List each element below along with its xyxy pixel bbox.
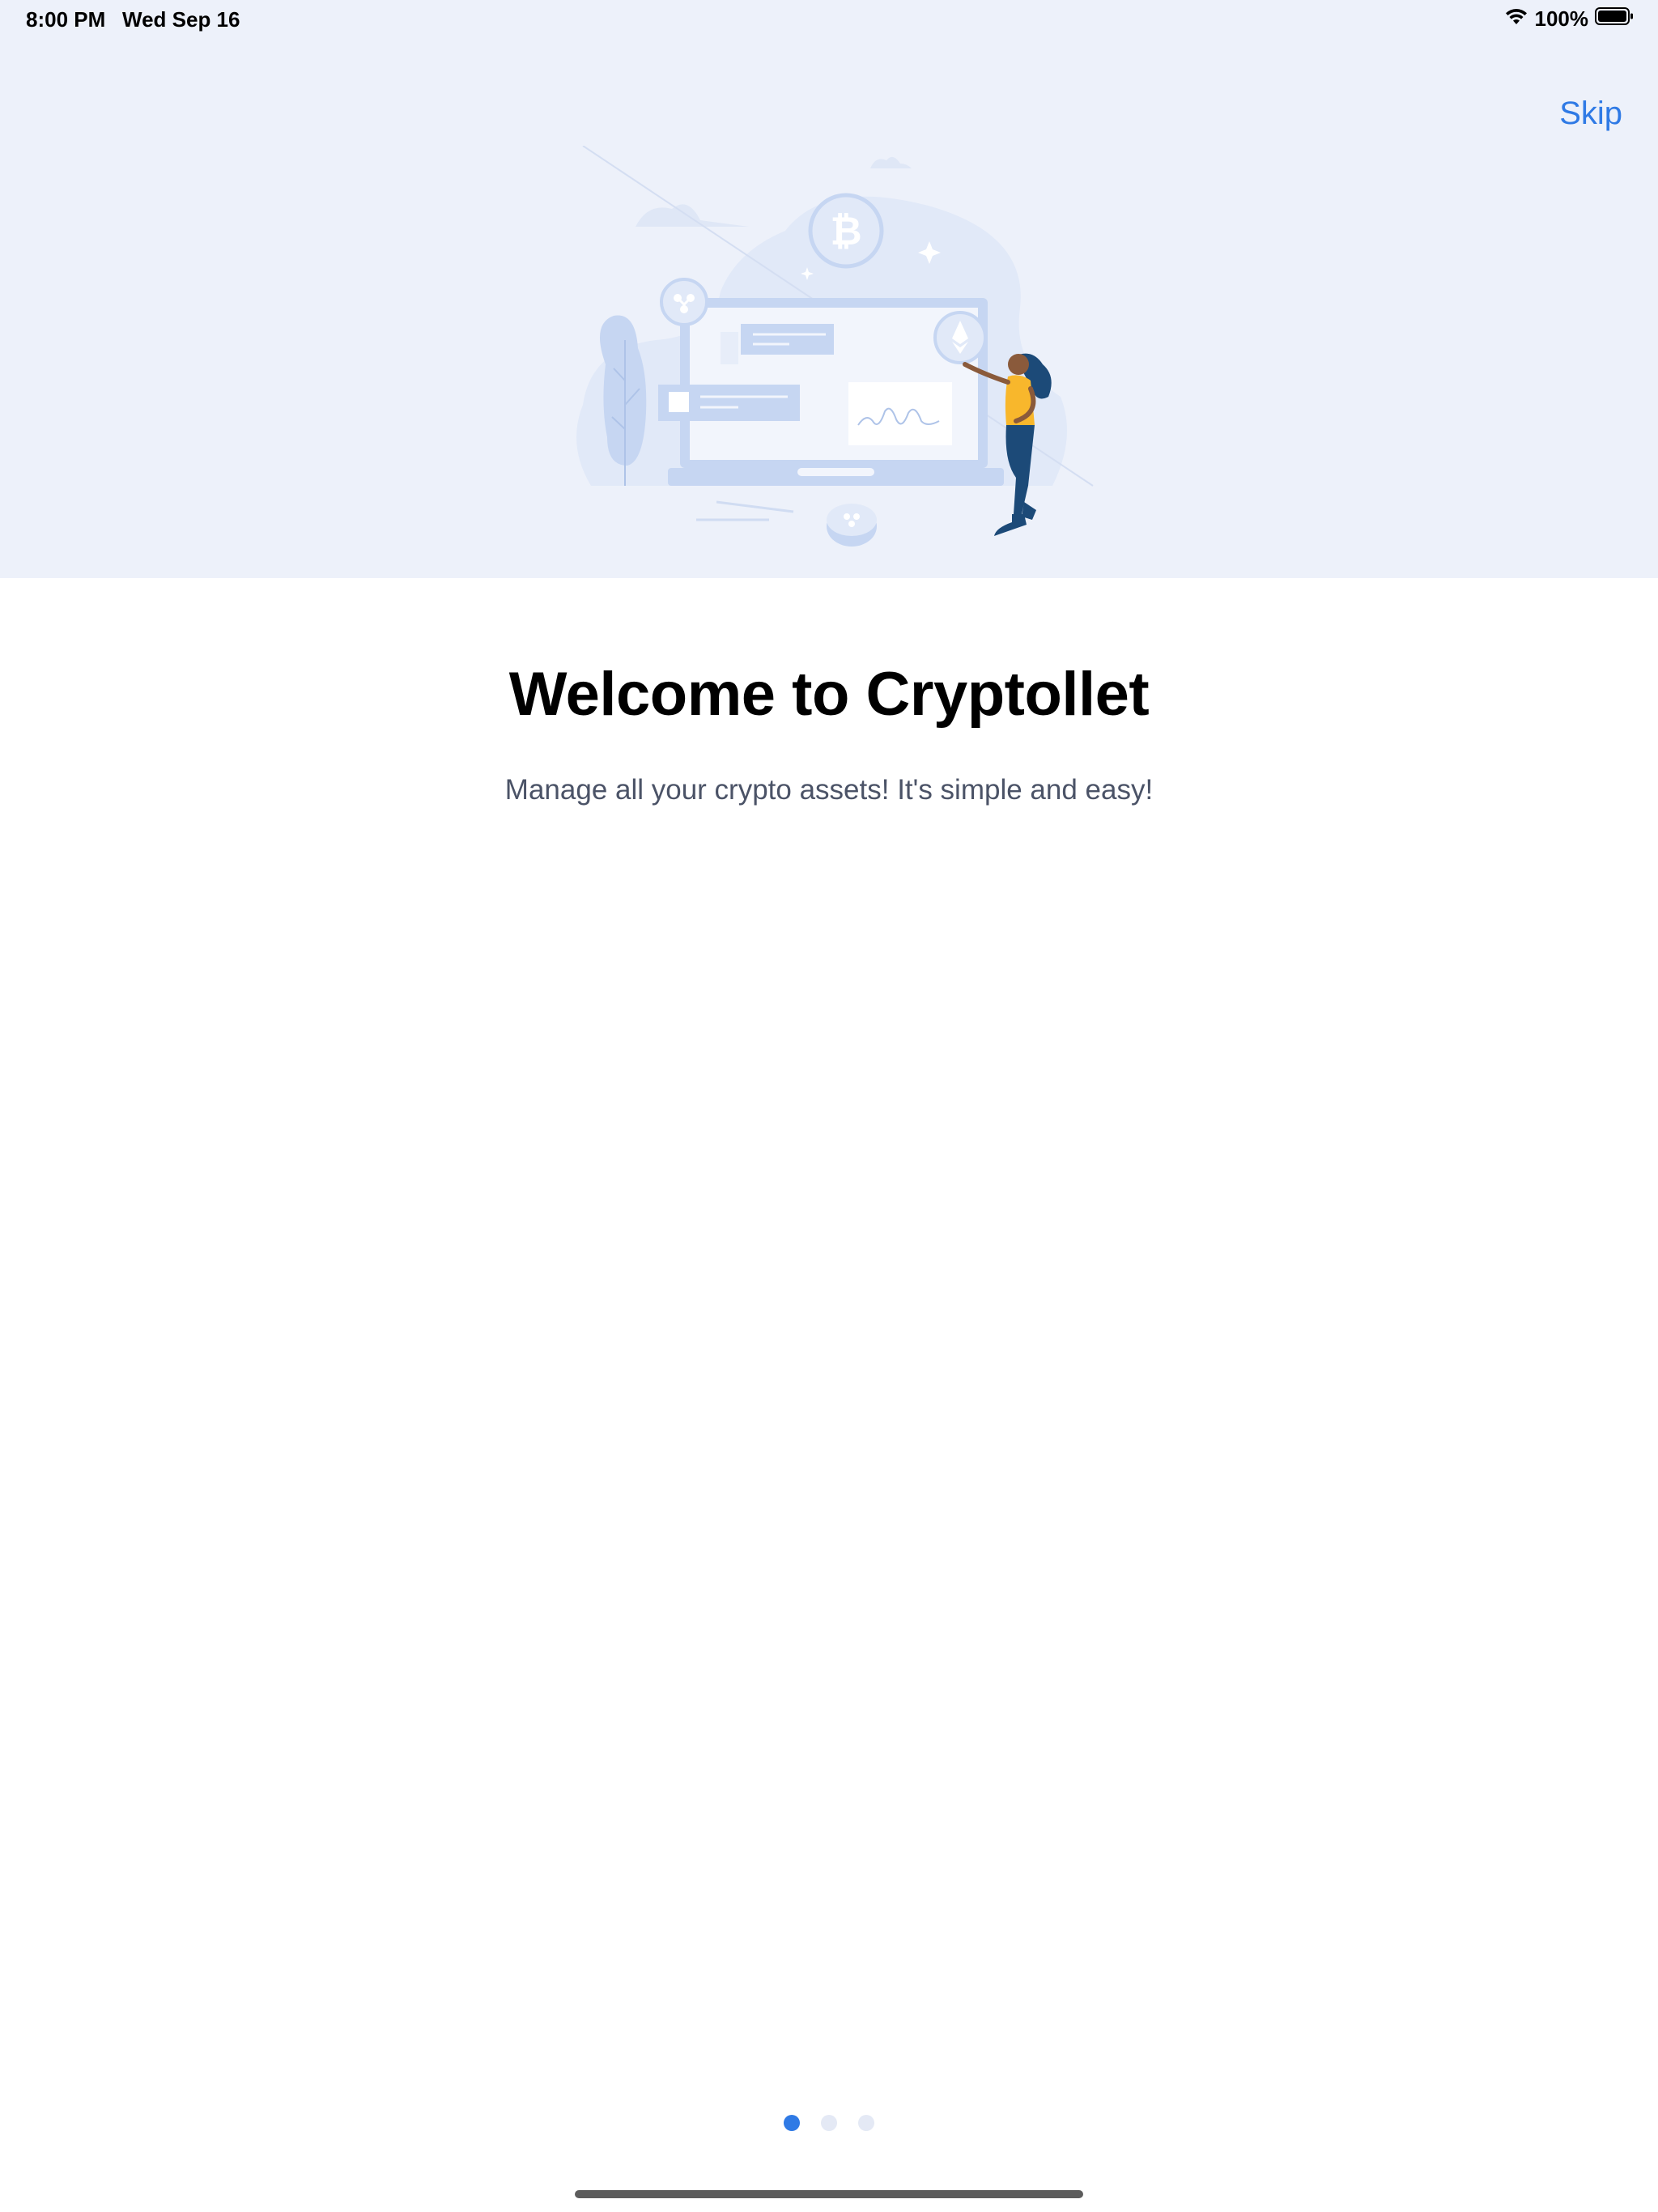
- home-indicator[interactable]: [575, 2190, 1083, 2198]
- status-indicators: 100%: [1504, 6, 1635, 32]
- battery-percent: 100%: [1534, 6, 1589, 31]
- status-bar: 8:00 PM Wed Sep 16 100%: [0, 0, 1658, 39]
- hero-banner: 8:00 PM Wed Sep 16 100% Skip ₿: [0, 0, 1658, 578]
- page-indicator[interactable]: [0, 2115, 1658, 2131]
- page-title: Welcome to Cryptollet: [508, 660, 1150, 729]
- ethereum-icon: [933, 311, 987, 364]
- page-dot-1[interactable]: [784, 2115, 800, 2131]
- battery-icon: [1595, 6, 1634, 32]
- page-subtitle: Manage all your crypto assets! It's simp…: [504, 774, 1154, 806]
- bitcoin-icon: ₿: [808, 193, 884, 269]
- svg-text:₿: ₿: [830, 209, 861, 254]
- page-dot-2[interactable]: [821, 2115, 837, 2131]
- page-dot-3[interactable]: [858, 2115, 874, 2131]
- status-date: Wed Sep 16: [122, 7, 240, 32]
- skip-button[interactable]: Skip: [1559, 96, 1622, 132]
- status-time: 8:00 PM: [26, 7, 106, 32]
- ripple-icon: [660, 278, 708, 326]
- wifi-icon: [1504, 6, 1528, 32]
- onboarding-illustration: ₿: [576, 146, 1094, 547]
